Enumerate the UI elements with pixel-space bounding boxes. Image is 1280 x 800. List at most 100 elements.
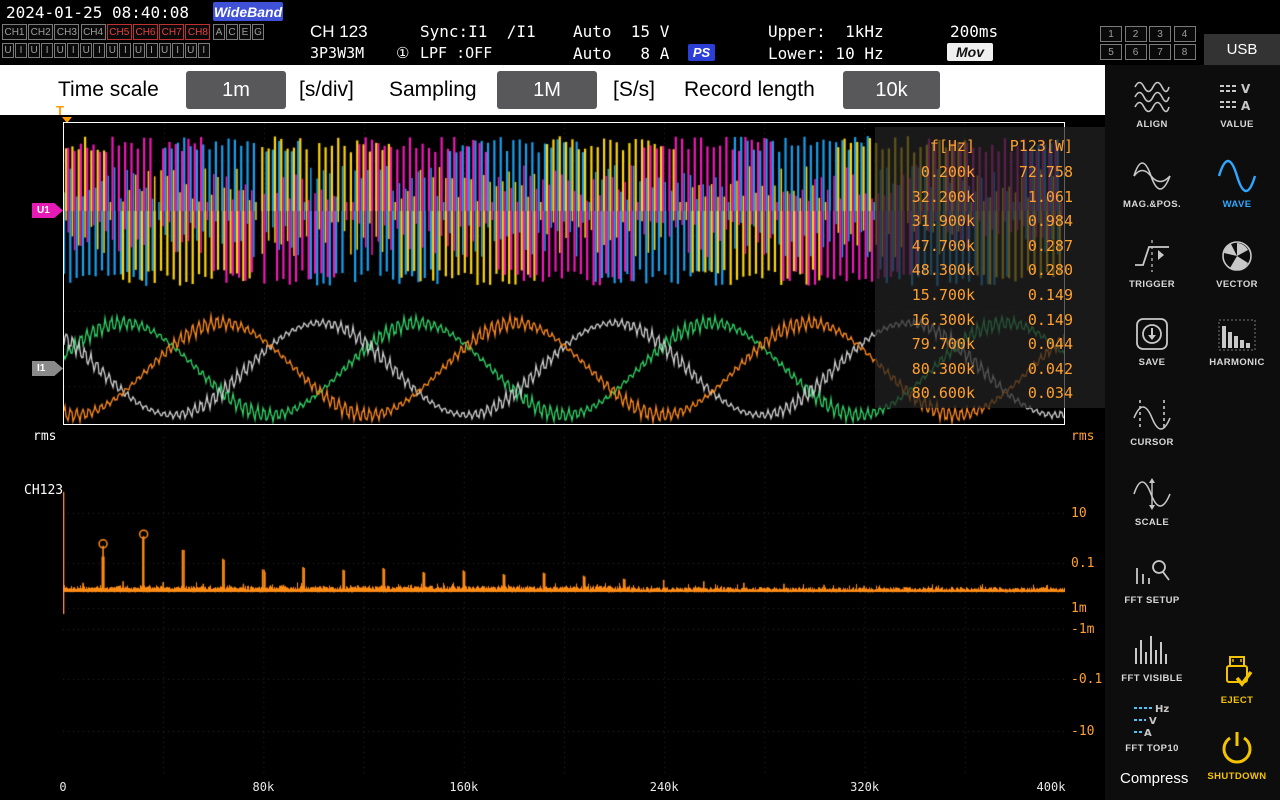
top10-row-power: 0.280 — [978, 261, 1073, 279]
sidebar-item-label: SCALE — [1106, 517, 1198, 528]
input-unit-box-g[interactable]: G — [252, 24, 264, 40]
u1-channel-tag[interactable]: U1 — [32, 203, 63, 218]
sidebar-item-label: VALUE — [1194, 119, 1280, 130]
page-number-box-3[interactable]: 3 — [1149, 26, 1171, 42]
svg-text:Hz: Hz — [1155, 704, 1169, 715]
interval-time: 200ms — [950, 22, 998, 41]
x-axis-tick: 80k — [253, 780, 275, 794]
sidebar-item-label: FFT VISIBLE — [1106, 673, 1198, 684]
sidebar-item-fft-visible[interactable]: FFT VISIBLE — [1106, 630, 1198, 684]
ui-box[interactable]: I — [15, 43, 27, 58]
page-number-box-1[interactable]: 1 — [1100, 26, 1122, 42]
fft-setup-icon — [1106, 552, 1198, 592]
current-range: Auto 8 A — [573, 44, 669, 63]
y-axis-label: -1m — [1071, 622, 1094, 637]
ui-box[interactable]: U — [133, 43, 145, 58]
record-length-value-button[interactable]: 10k — [843, 71, 940, 109]
sidebar-item-fft-top10[interactable]: HzVA FFT TOP10 — [1106, 700, 1198, 754]
channel-box-ch5[interactable]: CH5 — [107, 24, 132, 40]
x-axis-tick: 240k — [650, 780, 679, 794]
page-number-box-7[interactable]: 7 — [1149, 44, 1171, 60]
shutdown-icon — [1194, 728, 1280, 768]
ui-box[interactable]: U — [80, 43, 92, 58]
page-number-box-5[interactable]: 5 — [1100, 44, 1122, 60]
trigger-marker[interactable]: T — [56, 103, 64, 118]
ui-box[interactable]: U — [54, 43, 66, 58]
circled-one-icon: ① — [396, 44, 409, 62]
i1-channel-tag[interactable]: I1 — [32, 361, 63, 376]
ui-box[interactable]: I — [146, 43, 158, 58]
input-unit-box-c[interactable]: C — [226, 24, 238, 40]
top10-header-power: P123[W] — [978, 137, 1073, 155]
page-number-box-8[interactable]: 8 — [1174, 44, 1196, 60]
top10-header-freq: f[Hz] — [880, 137, 975, 155]
svg-text:V: V — [1149, 716, 1157, 727]
sidebar-item-label: SHUTDOWN — [1194, 771, 1280, 782]
channel-box-ch4[interactable]: CH4 — [81, 24, 106, 40]
sampling-value-button[interactable]: 1M — [497, 71, 597, 109]
ps-badge: PS — [688, 44, 715, 61]
channel-box-ch1[interactable]: CH1 — [2, 24, 27, 40]
mag-pos-icon — [1106, 156, 1198, 196]
svg-text:A: A — [1144, 728, 1152, 738]
channel-box-ch2[interactable]: CH2 — [28, 24, 53, 40]
fft-top10-overlay: f[Hz] P123[W] 0.200k72.75832.200k1.06131… — [875, 127, 1106, 408]
sidebar-item-mag-pos-[interactable]: MAG.&POS. — [1106, 156, 1198, 210]
page-number-box-2[interactable]: 2 — [1125, 26, 1147, 42]
y-axis-label: 10 — [1071, 506, 1087, 521]
lower-freq: Lower: 10 Hz — [768, 44, 884, 63]
sidebar-item-label: CURSOR — [1106, 437, 1198, 448]
x-axis-tick: 160k — [449, 780, 478, 794]
instrument-screen: 2024-01-25 08:40:08 WideBand CH1CH2CH3CH… — [0, 0, 1280, 800]
sidebar-item-save[interactable]: SAVE — [1106, 314, 1198, 368]
sidebar: ALIGN MAG.&POS. TRIGGER SAVE CURSOR SCALE FFT … — [1105, 65, 1280, 800]
ui-box[interactable]: U — [2, 43, 14, 58]
channel-box-ch7[interactable]: CH7 — [159, 24, 184, 40]
sidebar-item-value[interactable]: VA VALUE — [1194, 76, 1280, 130]
top10-row-freq: 79.700k — [880, 335, 975, 353]
input-unit-box-e[interactable]: E — [239, 24, 251, 40]
x-axis-tick: 320k — [850, 780, 879, 794]
sidebar-item-shutdown[interactable]: SHUTDOWN — [1194, 728, 1280, 782]
sidebar-item-scale[interactable]: SCALE — [1106, 474, 1198, 528]
sidebar-item-label: SAVE — [1106, 357, 1198, 368]
top10-row-power: 72.758 — [978, 163, 1073, 181]
top10-row-power: 0.287 — [978, 237, 1073, 255]
ui-box[interactable]: U — [185, 43, 197, 58]
sidebar-item-align[interactable]: ALIGN — [1106, 76, 1198, 130]
sidebar-item-harmonic[interactable]: HARMONIC — [1194, 314, 1280, 368]
sidebar-item-label: FFT TOP10 — [1106, 743, 1198, 754]
align-icon — [1106, 76, 1198, 116]
page-number-box-6[interactable]: 6 — [1125, 44, 1147, 60]
value-icon: VA — [1194, 76, 1280, 116]
ui-box[interactable]: I — [119, 43, 131, 58]
ui-box[interactable]: I — [41, 43, 53, 58]
channel-box-ch6[interactable]: CH6 — [133, 24, 158, 40]
sidebar-item-eject[interactable]: EJECT — [1194, 652, 1280, 706]
sidebar-item-trigger[interactable]: TRIGGER — [1106, 236, 1198, 290]
ui-box[interactable]: I — [67, 43, 79, 58]
compress-label: Compress — [1120, 770, 1188, 787]
ui-box[interactable]: I — [93, 43, 105, 58]
input-unit-box-a[interactable]: A — [213, 24, 225, 40]
trigger-icon — [1106, 236, 1198, 276]
top10-row-power: 0.149 — [978, 311, 1073, 329]
page-number-box-4[interactable]: 4 — [1174, 26, 1196, 42]
ui-box[interactable]: U — [159, 43, 171, 58]
sidebar-item-wave[interactable]: WAVE — [1194, 156, 1280, 210]
sidebar-item-label: MAG.&POS. — [1106, 199, 1198, 210]
ui-box[interactable]: U — [106, 43, 118, 58]
ui-box[interactable]: I — [172, 43, 184, 58]
channel-box-ch8[interactable]: CH8 — [185, 24, 210, 40]
ui-box[interactable]: I — [198, 43, 210, 58]
top10-row-freq: 0.200k — [880, 163, 975, 181]
time-scale-value-button[interactable]: 1m — [186, 71, 286, 109]
fft-top10-icon: HzVA — [1106, 700, 1198, 740]
channel-box-ch3[interactable]: CH3 — [54, 24, 79, 40]
sidebar-item-fft-setup[interactable]: FFT SETUP — [1106, 552, 1198, 606]
ui-box[interactable]: U — [28, 43, 40, 58]
sidebar-item-vector[interactable]: VECTOR — [1194, 236, 1280, 290]
sidebar-item-cursor[interactable]: CURSOR — [1106, 394, 1198, 448]
y-axis-label: 0.1 — [1071, 556, 1094, 571]
top10-row-power: 1.061 — [978, 188, 1073, 206]
